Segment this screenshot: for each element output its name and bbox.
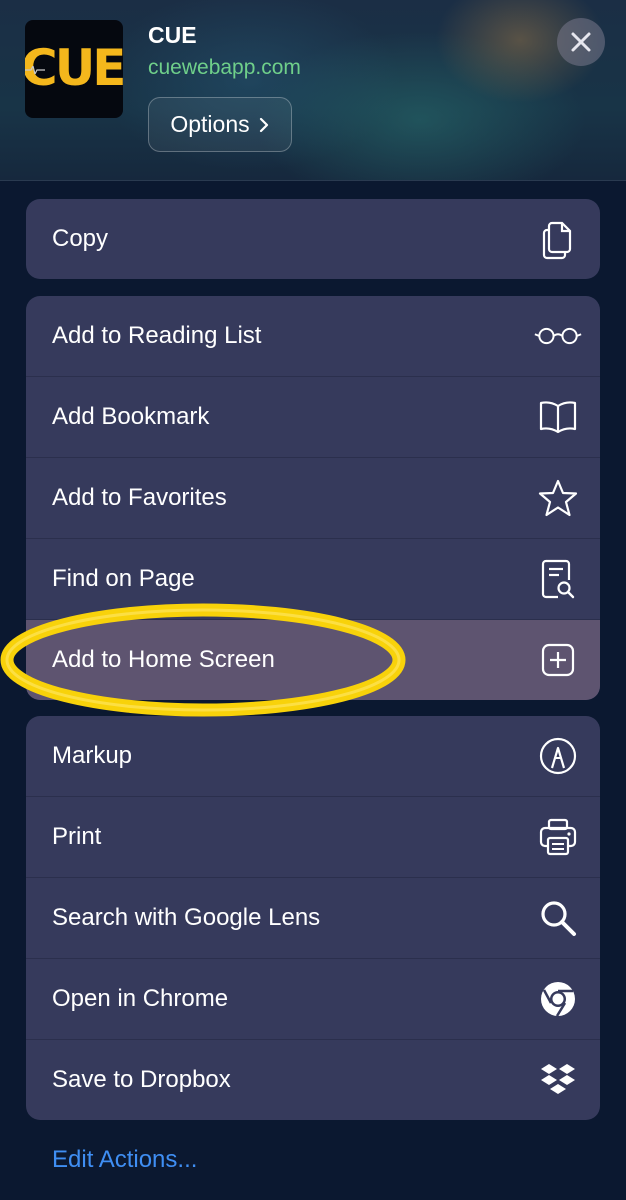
- copy-icon: [534, 215, 582, 263]
- app-icon: CUE: [25, 20, 123, 118]
- action-label: Save to Dropbox: [52, 1066, 231, 1093]
- action-label: Add to Reading List: [52, 322, 262, 349]
- action-add-to-favorites[interactable]: Add to Favorites: [26, 458, 600, 539]
- edit-actions-link[interactable]: Edit Actions...: [52, 1146, 197, 1174]
- action-open-in-chrome[interactable]: Open in Chrome: [26, 959, 600, 1040]
- dropbox-icon: [534, 1056, 582, 1104]
- heartbeat-line-icon: [25, 66, 45, 74]
- action-group-copy: Copy: [26, 199, 600, 279]
- markup-pen-icon: [534, 732, 582, 780]
- app-url: cuewebapp.com: [148, 56, 301, 79]
- action-copy[interactable]: Copy: [26, 199, 600, 279]
- action-label: Add to Favorites: [52, 484, 227, 511]
- plus-square-icon: [534, 636, 582, 684]
- chevron-right-icon: [259, 117, 268, 132]
- action-save-to-dropbox[interactable]: Save to Dropbox: [26, 1040, 600, 1120]
- action-print[interactable]: Print: [26, 797, 600, 878]
- share-sheet-header: CUE CUE cuewebapp.com Options: [0, 0, 626, 181]
- action-label: Copy: [52, 225, 109, 252]
- chrome-icon: [534, 975, 582, 1023]
- action-add-to-home-screen[interactable]: Add to Home Screen: [26, 620, 600, 700]
- close-icon: [571, 32, 591, 52]
- action-find-on-page[interactable]: Find on Page: [26, 539, 600, 620]
- action-markup[interactable]: Markup: [26, 716, 600, 797]
- action-group-page: Add to Reading List Add Bookmark Add to …: [26, 296, 600, 700]
- action-label: Markup: [52, 742, 133, 769]
- printer-icon: [534, 813, 582, 861]
- close-button[interactable]: [557, 18, 605, 66]
- action-label: Find on Page: [52, 565, 195, 592]
- options-button-label: Options: [170, 111, 250, 137]
- book-icon: [534, 393, 582, 441]
- action-add-bookmark[interactable]: Add Bookmark: [26, 377, 600, 458]
- action-label: Search with Google Lens: [52, 904, 321, 931]
- find-on-page-icon: [534, 555, 582, 603]
- action-search-with-google-lens[interactable]: Search with Google Lens: [26, 878, 600, 959]
- glasses-icon: [534, 312, 582, 360]
- magnifier-icon: [534, 894, 582, 942]
- action-label: Open in Chrome: [52, 985, 229, 1012]
- options-button[interactable]: Options: [148, 97, 292, 152]
- action-group-more: Markup Print Search with Google Lens Ope…: [26, 716, 600, 1120]
- action-add-to-reading-list[interactable]: Add to Reading List: [26, 296, 600, 377]
- app-name: CUE: [148, 22, 197, 48]
- action-label: Add to Home Screen: [52, 646, 275, 673]
- action-label: Add Bookmark: [52, 403, 210, 430]
- star-icon: [534, 474, 582, 522]
- action-label: Print: [52, 823, 102, 850]
